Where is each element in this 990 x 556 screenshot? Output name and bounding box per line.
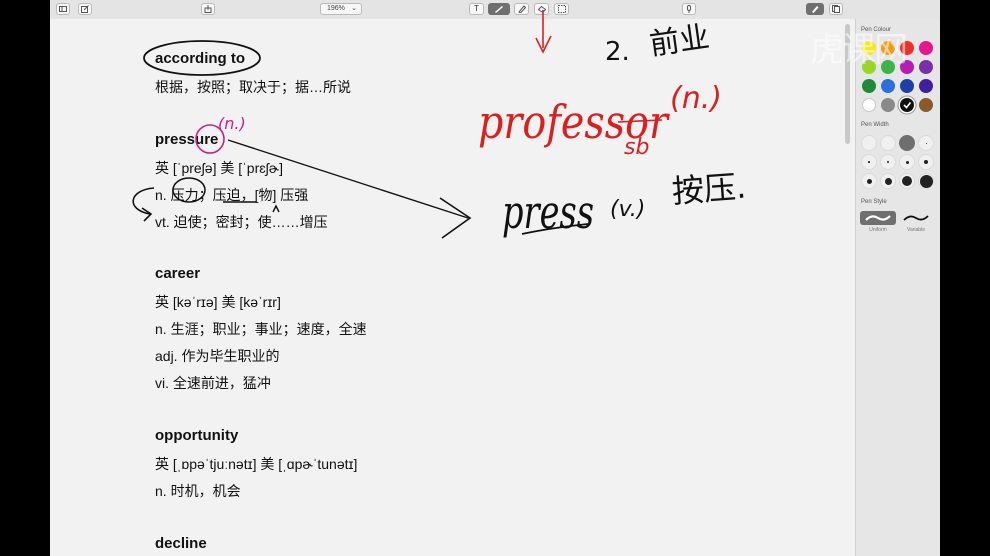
- note-document[interactable]: according to 根据，按照；取决于；据…所说 pressure 英 […: [50, 19, 855, 556]
- chevron-down-icon: ⌄: [351, 5, 357, 12]
- pen-tool-button[interactable]: [488, 3, 510, 15]
- microphone-button[interactable]: [682, 3, 696, 15]
- selection-icon: [557, 5, 566, 13]
- pen-width-option[interactable]: [861, 135, 877, 151]
- eraser-tool-button[interactable]: [534, 3, 549, 15]
- pen-width-option[interactable]: [899, 135, 915, 151]
- word-according-to: according to: [155, 50, 246, 67]
- watermark-logo: 虎课网: [810, 30, 908, 70]
- pen-color-swatch[interactable]: [919, 98, 933, 112]
- pen-width-title: Pen Width: [861, 122, 889, 128]
- definition-line: 根据，按照；取决于；据…所说: [155, 79, 351, 95]
- word-decline: decline: [155, 535, 207, 552]
- variable-label: Variable: [907, 227, 925, 233]
- uniform-style-button[interactable]: [860, 211, 896, 225]
- notes-app-window: 196% ⌄ T according to 根据，按照；取决于；据…所说 pre…: [50, 0, 940, 556]
- sidebar-toggle-button[interactable]: [56, 3, 70, 15]
- toolbar: 196% ⌄ T: [50, 0, 940, 20]
- pen-color-swatch[interactable]: [881, 98, 895, 112]
- zoom-value: 196%: [327, 5, 345, 12]
- pen-width-dot: [868, 161, 870, 163]
- definition-line: n. 时机，机会: [155, 483, 241, 499]
- definition-line: vi. 全速前进，猛冲: [155, 375, 271, 391]
- pronunciation-line: 英 [ˈpreʃə] 美 [ˈprɛʃɚ]: [155, 160, 284, 176]
- definition-line: n. 生涯；职业；事业；速度，全速: [155, 321, 367, 337]
- variable-stroke-icon: [903, 215, 929, 221]
- pen-style-title: Pen Style: [861, 199, 887, 205]
- uniform-stroke-icon: [865, 215, 891, 221]
- pronunciation-line: 英 [kəˈrɪə] 美 [kəˈrɪr]: [155, 294, 281, 310]
- copy-button[interactable]: [829, 3, 843, 15]
- pen-color-swatch[interactable]: [919, 79, 933, 93]
- pen-color-swatch[interactable]: [881, 79, 895, 93]
- eraser-icon: [537, 5, 546, 13]
- highlighter-tool-button[interactable]: [514, 3, 529, 15]
- pen-color-swatch[interactable]: [900, 98, 914, 112]
- pen-color-swatch[interactable]: [919, 60, 933, 74]
- pen-width-dot: [925, 142, 927, 144]
- pen-color-swatch[interactable]: [919, 41, 933, 55]
- share-icon: [204, 5, 212, 13]
- highlighter-icon: [517, 5, 526, 13]
- pen-panel-toggle-button[interactable]: [806, 3, 824, 15]
- pronunciation-line: 英 [ˌɒpəˈtjuːnətɪ] 美 [ˌɑpɚˈtunətɪ]: [155, 456, 358, 472]
- word-pressure: pressure: [155, 131, 219, 148]
- pen-settings-panel: Pen Colour Pen Width Pen Style Uniform V…: [855, 19, 940, 556]
- definition-line: adj. 作为毕生职业的: [155, 348, 280, 364]
- selection-tool-button[interactable]: [554, 3, 569, 15]
- pen-width-dot: [902, 176, 912, 186]
- pen-width-option[interactable]: [880, 135, 896, 151]
- variable-style-button[interactable]: [898, 211, 934, 225]
- pen-width-dot: [887, 161, 889, 163]
- copy-icon: [832, 5, 840, 13]
- pen-width-dot: [924, 160, 928, 164]
- pen-width-dot: [905, 160, 909, 164]
- pen-color-swatch[interactable]: [900, 79, 914, 93]
- uniform-label: Uniform: [869, 227, 887, 233]
- pen-color-swatch[interactable]: [862, 98, 876, 112]
- pen-icon: [495, 6, 503, 13]
- definition-line: vt. 迫使；密封；使……增压: [155, 214, 328, 230]
- text-tool-button[interactable]: T: [469, 3, 484, 15]
- compose-button[interactable]: [78, 3, 92, 15]
- pen-width-dot: [884, 177, 892, 185]
- zoom-select[interactable]: 196% ⌄: [320, 3, 362, 15]
- document-scrollbar[interactable]: [845, 20, 851, 556]
- share-button[interactable]: [201, 3, 215, 15]
- pen-width-dot: [919, 174, 933, 188]
- pen-color-swatch[interactable]: [862, 79, 876, 93]
- word-opportunity: opportunity: [155, 427, 239, 444]
- checkmark-icon: [903, 102, 912, 109]
- pen-icon: [812, 6, 819, 13]
- pen-width-dot: [866, 178, 872, 184]
- word-career: career: [155, 265, 201, 282]
- compose-icon: [81, 5, 89, 13]
- definition-line: n. 压力；压迫，[物] 压强: [155, 187, 309, 203]
- sidebar-icon: [59, 6, 67, 12]
- microphone-icon: [687, 5, 691, 13]
